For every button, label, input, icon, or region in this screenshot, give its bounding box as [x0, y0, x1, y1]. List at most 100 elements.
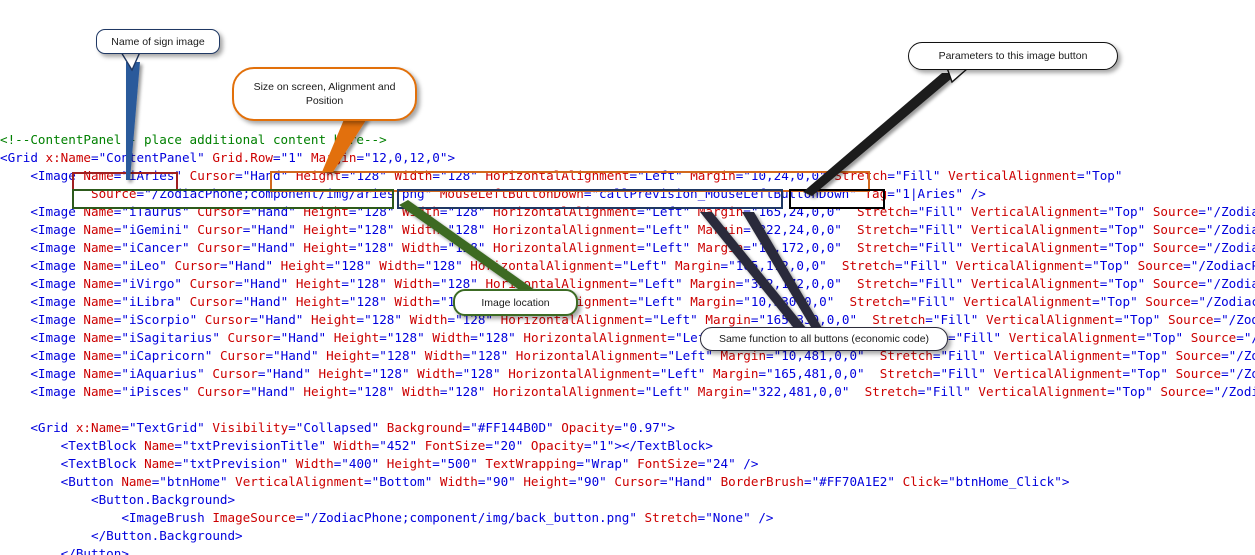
- code-line[interactable]: <Image Name="iLibra" Cursor="Hand" Heigh…: [0, 293, 1255, 311]
- code-line[interactable]: Source="/ZodiacPhone;component/img/aries…: [0, 185, 1255, 203]
- code-token: Width: [439, 474, 478, 489]
- code-token: =: [219, 258, 228, 273]
- code-token: Margin: [690, 168, 736, 183]
- code-line[interactable]: <Image Name = "iTaurus" Cursor = "Hand" Heig…: [0, 203, 1255, 221]
- code-token: Stretch: [834, 168, 888, 183]
- code-token: "Fill": [955, 330, 1002, 345]
- code-token: "Fill": [940, 366, 986, 381]
- code-line[interactable]: <Grid x:Name="ContentPanel" Grid.Row="1"…: [0, 149, 1255, 167]
- code-token: =: [1205, 384, 1214, 399]
- code-line[interactable]: <ImageBrush ImageSource="/ZodiacPhone;co…: [0, 509, 1255, 527]
- code-token: TextWrapping: [485, 456, 577, 471]
- callout-tail-name-of-sign-image: [119, 51, 142, 72]
- code-token: =: [637, 384, 645, 399]
- code-token: Stretch: [857, 276, 911, 291]
- callout-same-function-all-buttons-label: Same function to all buttons (economic c…: [718, 333, 930, 345]
- code-token: "btnHome_Click": [948, 474, 1062, 489]
- code-line[interactable]: <Image Name="iAries" Cursor="Hand" Heigh…: [0, 167, 1255, 185]
- code-token: =: [583, 438, 592, 453]
- code-line[interactable]: <TextBlock Name="txtPrevision" Width="40…: [0, 455, 1255, 473]
- code-line[interactable]: <Image Name="iLeo" Cursor="Hand" Height=…: [0, 257, 1255, 275]
- code-token: Source: [1137, 258, 1184, 273]
- code-line[interactable]: <Image Name="iVirgo" Cursor="Hand" Heigh…: [0, 275, 1255, 293]
- code-token: =: [485, 438, 493, 453]
- code-token: <Image: [30, 258, 84, 273]
- code-listing[interactable]: <!--ContentPanel - place additional cont…: [0, 131, 1255, 555]
- code-token: "iGemini": [121, 222, 190, 237]
- code-token: <TextBlock: [60, 438, 145, 453]
- code-line[interactable]: <Image Name="iSagitarius" Cursor="Hand" …: [0, 329, 1255, 347]
- code-token: "Top": [1145, 330, 1184, 345]
- code-token: "iScorpio": [121, 312, 198, 327]
- code-token: "/ZodiacPhone;compon: [1205, 276, 1255, 291]
- code-token: "Left": [667, 348, 713, 363]
- code-token: Width: [333, 438, 372, 453]
- code-line[interactable]: <Image Name = "iCancer" Cursor = "Hand" Heig…: [0, 239, 1255, 257]
- code-line[interactable]: <Image Name = "iGemini" Cursor = "Hand" Heig…: [0, 221, 1255, 239]
- code-token: "Hand": [250, 204, 296, 219]
- code-token: Source: [1152, 222, 1199, 237]
- code-token: "iCancer": [121, 240, 190, 255]
- code-token: Height: [295, 168, 342, 183]
- code-token: VerticalAlignment: [970, 204, 1100, 219]
- code-token: Height: [326, 348, 372, 363]
- code-line[interactable]: <Button.Background>: [0, 491, 1255, 509]
- code-line[interactable]: <TextBlock Name="txtPrevisionTitle" Widt…: [0, 437, 1255, 455]
- code-token: =: [1092, 294, 1100, 309]
- code-token: "Hand": [227, 258, 274, 273]
- code-token: =: [803, 474, 812, 489]
- code-token: =: [439, 240, 448, 255]
- code-token: "btnHome": [159, 474, 228, 489]
- code-token: Height: [386, 456, 433, 471]
- code-token: Width: [402, 204, 440, 219]
- code-token: "128": [386, 330, 425, 345]
- code-line[interactable]: <Image Name="iCapricorn" Cursor="Hand" H…: [0, 347, 1255, 365]
- code-token: HorizontalAlignment: [470, 258, 615, 273]
- callout-size-alignment-position: Size on screen, Alignment and Position: [232, 67, 417, 121]
- code-token: "/ZodiacPhone;com: [1228, 348, 1255, 363]
- code-token: <Image: [30, 384, 84, 399]
- code-token: "Left": [652, 312, 698, 327]
- code-token: =: [743, 222, 751, 237]
- code-line[interactable]: <Image Name="iScorpio" Cursor="Hand" Hei…: [0, 311, 1255, 329]
- code-token: Height: [318, 366, 365, 381]
- code-token: =: [356, 150, 365, 165]
- code-token: Cursor: [174, 258, 220, 273]
- code-token: VerticalAlignment: [993, 366, 1123, 381]
- code-token: Stretch: [872, 312, 926, 327]
- code-token: VerticalAlignment: [948, 168, 1077, 183]
- code-line[interactable]: <Button Name = "btnHome" VerticalAlignment…: [0, 473, 1255, 491]
- code-token: HorizontalAlignment: [523, 330, 668, 345]
- code-token: <ImageBrush: [121, 510, 213, 525]
- code-token: =: [902, 294, 911, 309]
- code-line[interactable]: <!--ContentPanel - place additional cont…: [0, 131, 1255, 149]
- code-line[interactable]: <Grid x:Name="TextGrid" Visibility="Coll…: [0, 419, 1255, 437]
- code-token: "128": [364, 312, 402, 327]
- code-line[interactable]: [0, 401, 1255, 419]
- code-token: =: [743, 204, 751, 219]
- code-token: "128": [348, 276, 387, 291]
- code-line[interactable]: </Button.Background>: [0, 527, 1255, 545]
- code-line[interactable]: <Image Name = "iPisces" Cursor = "Hand" Heig…: [0, 383, 1255, 401]
- code-line[interactable]: </Button>: [0, 545, 1255, 555]
- code-token: "Top": [1130, 348, 1168, 363]
- code-line[interactable]: <Image Name = "iAquarius" Cursor = "Hand" He…: [0, 365, 1255, 383]
- code-token: VerticalAlignment: [993, 348, 1123, 363]
- code-token: "322,24,0,0": [750, 222, 842, 237]
- code-token: "128": [447, 384, 486, 399]
